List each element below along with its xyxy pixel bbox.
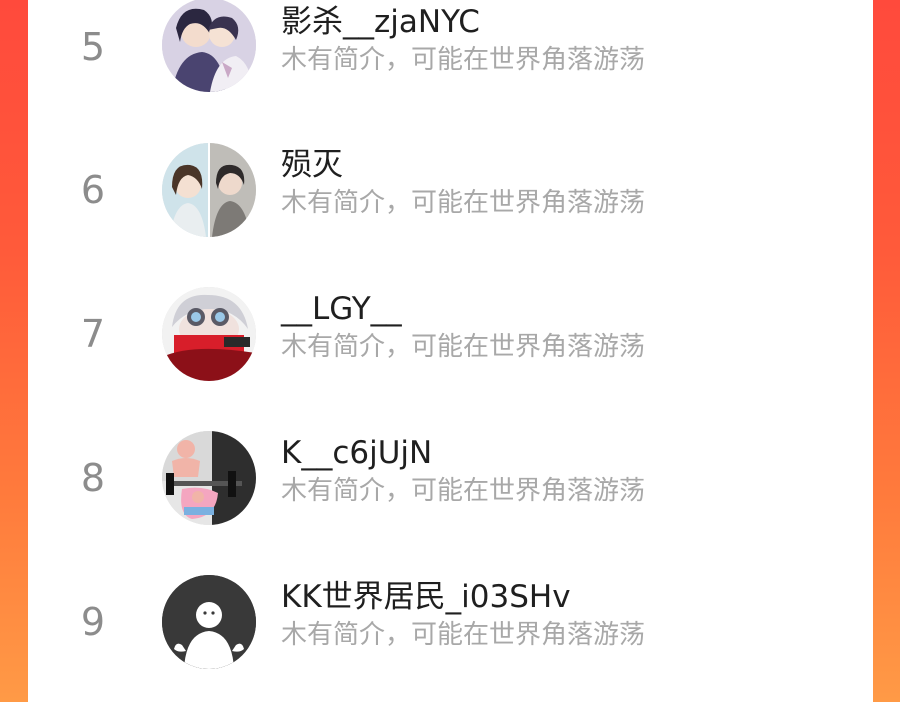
avatar[interactable] xyxy=(162,575,256,669)
rank-number: 6 xyxy=(80,168,106,212)
list-item[interactable]: 9 KK世界居民_i03SHv 木有简介，可能在世界角落游荡 xyxy=(28,575,873,671)
list-item[interactable]: 8 K__c6jUjN 木有简介，可能在世界角落游荡 xyxy=(28,431,873,527)
avatar[interactable] xyxy=(162,143,256,237)
rank-number: 7 xyxy=(80,312,106,356)
ranking-list-card: 5 影杀__zjaNYC 木有简介，可能在世界角落游荡 6 殒灭 木有简介，可能… xyxy=(28,0,873,702)
user-name[interactable]: KK世界居民_i03SHv xyxy=(281,577,571,617)
list-item[interactable]: 6 殒灭 木有简介，可能在世界角落游荡 xyxy=(28,143,873,239)
user-bio: 木有简介，可能在世界角落游荡 xyxy=(281,332,646,362)
user-bio: 木有简介，可能在世界角落游荡 xyxy=(281,476,646,506)
weightlifting-cartoon-avatar-icon xyxy=(162,431,256,525)
user-name[interactable]: K__c6jUjN xyxy=(281,433,432,473)
user-bio: 木有简介，可能在世界角落游荡 xyxy=(281,188,646,218)
anime-split-avatar-icon xyxy=(162,143,256,237)
rank-number: 8 xyxy=(80,456,106,500)
avatar[interactable] xyxy=(162,0,256,92)
user-bio: 木有简介，可能在世界角落游荡 xyxy=(281,45,646,75)
user-name[interactable]: 殒灭 xyxy=(281,145,343,185)
avatar[interactable] xyxy=(162,431,256,525)
user-bio: 木有简介，可能在世界角落游荡 xyxy=(281,620,646,650)
avatar[interactable] xyxy=(162,287,256,381)
rank-number: 5 xyxy=(80,25,106,69)
anime-couple-avatar-icon xyxy=(162,0,256,92)
default-person-avatar-icon xyxy=(162,575,256,669)
user-name[interactable]: 影杀__zjaNYC xyxy=(281,2,480,42)
masked-character-avatar-icon xyxy=(162,287,256,381)
rank-number: 9 xyxy=(80,600,106,644)
user-name[interactable]: __LGY__ xyxy=(281,289,402,329)
list-item[interactable]: 5 影杀__zjaNYC 木有简介，可能在世界角落游荡 xyxy=(28,0,873,96)
list-item[interactable]: 7 __LGY__ 木有简介，可能在世界角落游荡 xyxy=(28,287,873,383)
